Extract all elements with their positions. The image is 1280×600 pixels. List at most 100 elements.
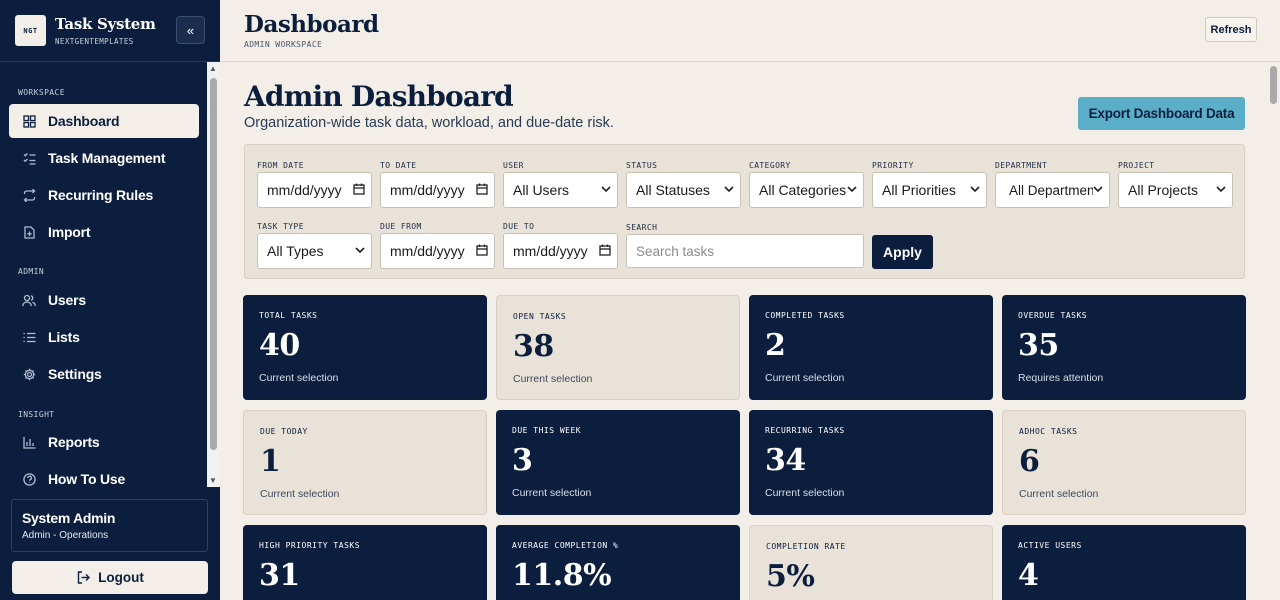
due-to-input[interactable]: mm/dd/yyyy xyxy=(503,233,618,269)
user-select[interactable]: All Users xyxy=(503,172,618,208)
brand-header: NGT Task System NEXTGENTEMPLATES « xyxy=(0,0,220,62)
sidebar-item-recurring-rules[interactable]: Recurring Rules xyxy=(9,178,199,212)
stat-card: COMPLETED TASKS 2 Current selection xyxy=(749,295,993,400)
stat-card: RECURRING TASKS 34 Current selection xyxy=(749,410,993,515)
main-content: Admin Dashboard Organization-wide task d… xyxy=(220,62,1268,600)
dashboard-heading: Admin Dashboard xyxy=(244,80,514,113)
sidebar-nav: WORKSPACE Dashboard Task Management Recu… xyxy=(0,62,220,487)
chevron-down-icon xyxy=(847,184,857,196)
department-select[interactable]: All Departments xyxy=(995,172,1110,208)
user-card: System Admin Admin - Operations xyxy=(11,499,208,552)
stat-card-note: Current selection xyxy=(1019,488,1099,500)
sidebar-item-label: Reports xyxy=(48,434,100,450)
stat-card-value: 6 xyxy=(1019,444,1040,479)
scroll-down-arrow-icon[interactable]: ▼ xyxy=(209,476,217,485)
stat-card-label: AVERAGE COMPLETION % xyxy=(512,541,619,550)
main-scrollbar[interactable] xyxy=(1268,62,1280,600)
sidebar: NGT Task System NEXTGENTEMPLATES « WORKS… xyxy=(0,0,220,600)
apply-filters-button[interactable]: Apply xyxy=(872,235,933,269)
sidebar-item-users[interactable]: Users xyxy=(9,283,199,317)
export-dashboard-button[interactable]: Export Dashboard Data xyxy=(1078,97,1245,130)
chevron-down-icon xyxy=(724,184,734,196)
calendar-icon[interactable] xyxy=(353,183,365,198)
main-scrollbar-thumb[interactable] xyxy=(1270,66,1277,104)
project-filter-label: PROJECT xyxy=(1118,161,1155,170)
nav-section-admin: ADMIN xyxy=(18,267,45,276)
chevron-down-icon xyxy=(1093,184,1103,196)
logout-button[interactable]: Logout xyxy=(12,561,208,594)
refresh-button[interactable]: Refresh xyxy=(1205,17,1257,42)
calendar-icon[interactable] xyxy=(599,244,611,259)
app-subtitle: NEXTGENTEMPLATES xyxy=(55,37,134,46)
chevron-down-icon xyxy=(1216,184,1226,196)
search-placeholder: Search tasks xyxy=(636,243,715,259)
sidebar-item-label: How To Use xyxy=(48,471,126,487)
stat-card: ADHOC TASKS 6 Current selection xyxy=(1002,410,1246,515)
sidebar-item-label: Recurring Rules xyxy=(48,187,154,203)
logout-icon xyxy=(76,571,90,585)
scroll-up-arrow-icon[interactable]: ▲ xyxy=(209,64,217,73)
search-input[interactable]: Search tasks xyxy=(626,234,864,268)
checklist-icon xyxy=(22,151,36,165)
to-date-value: mm/dd/yyyy xyxy=(390,182,465,198)
stat-card: TOTAL TASKS 40 Current selection xyxy=(243,295,487,400)
stat-card-value: 1 xyxy=(260,444,281,479)
stat-card-value: 4 xyxy=(1018,558,1039,593)
sidebar-item-import[interactable]: Import xyxy=(9,215,199,249)
sidebar-item-lists[interactable]: Lists xyxy=(9,320,199,354)
repeat-icon xyxy=(22,188,36,202)
stat-card-label: OVERDUE TASKS xyxy=(1018,311,1088,320)
project-select[interactable]: All Projects xyxy=(1118,172,1233,208)
sidebar-item-label: Task Management xyxy=(48,150,166,166)
stat-card-value: 3 xyxy=(512,443,533,478)
stat-card-value: 11.8% xyxy=(512,558,612,593)
project-select-value: All Projects xyxy=(1128,182,1199,198)
due-from-label: DUE FROM xyxy=(380,222,422,231)
top-header: Dashboard ADMIN WORKSPACE Refresh xyxy=(220,0,1280,62)
calendar-icon[interactable] xyxy=(476,183,488,198)
chevron-down-icon xyxy=(355,245,365,257)
sidebar-scrollbar-thumb[interactable] xyxy=(210,78,217,450)
stat-card-label: ADHOC TASKS xyxy=(1019,427,1078,436)
stat-card-note: Current selection xyxy=(260,488,340,500)
status-select[interactable]: All Statuses xyxy=(626,172,741,208)
sidebar-item-how-to-use[interactable]: How To Use xyxy=(9,462,199,487)
stat-card-note: Current selection xyxy=(765,487,845,499)
stat-card-label: DUE TODAY xyxy=(260,427,308,436)
stat-card-label: RECURRING TASKS xyxy=(765,426,845,435)
filter-panel: FROM DATE mm/dd/yyyy TO DATE mm/dd/yyyy … xyxy=(244,144,1245,279)
logout-label: Logout xyxy=(98,570,144,585)
priority-filter-label: PRIORITY xyxy=(872,161,914,170)
to-date-input[interactable]: mm/dd/yyyy xyxy=(380,172,495,208)
users-icon xyxy=(22,293,36,307)
priority-select[interactable]: All Priorities xyxy=(872,172,987,208)
sidebar-item-task-management[interactable]: Task Management xyxy=(9,141,199,175)
stat-card-value: 2 xyxy=(765,328,786,363)
stat-card-label: HIGH PRIORITY TASKS xyxy=(259,541,361,550)
sidebar-item-dashboard[interactable]: Dashboard xyxy=(9,104,199,138)
user-select-value: All Users xyxy=(513,182,570,198)
chevron-down-icon xyxy=(601,184,611,196)
category-select-value: All Categories xyxy=(759,182,847,198)
task-type-select[interactable]: All Types xyxy=(257,233,372,269)
sidebar-item-label: Settings xyxy=(48,366,102,382)
stat-card-note: Current selection xyxy=(765,372,845,384)
calendar-icon[interactable] xyxy=(476,244,488,259)
stat-card-note: Current selection xyxy=(512,487,592,499)
user-filter-label: USER xyxy=(503,161,524,170)
gear-icon xyxy=(22,367,36,381)
sidebar-item-reports[interactable]: Reports xyxy=(9,425,199,459)
stat-card-label: OPEN TASKS xyxy=(513,312,567,321)
sidebar-item-settings[interactable]: Settings xyxy=(9,357,199,391)
category-select[interactable]: All Categories xyxy=(749,172,864,208)
stat-card-value: 40 xyxy=(259,328,300,363)
user-name: System Admin xyxy=(22,510,116,526)
stat-card: ACTIVE USERS 4 xyxy=(1002,525,1246,600)
stat-card-label: TOTAL TASKS xyxy=(259,311,318,320)
collapse-sidebar-button[interactable]: « xyxy=(176,16,205,44)
due-from-input[interactable]: mm/dd/yyyy xyxy=(380,233,495,269)
list-icon xyxy=(22,330,36,344)
stat-card-note: Current selection xyxy=(513,373,593,385)
from-date-input[interactable]: mm/dd/yyyy xyxy=(257,172,372,208)
stat-card: COMPLETION RATE 5% xyxy=(749,525,993,600)
